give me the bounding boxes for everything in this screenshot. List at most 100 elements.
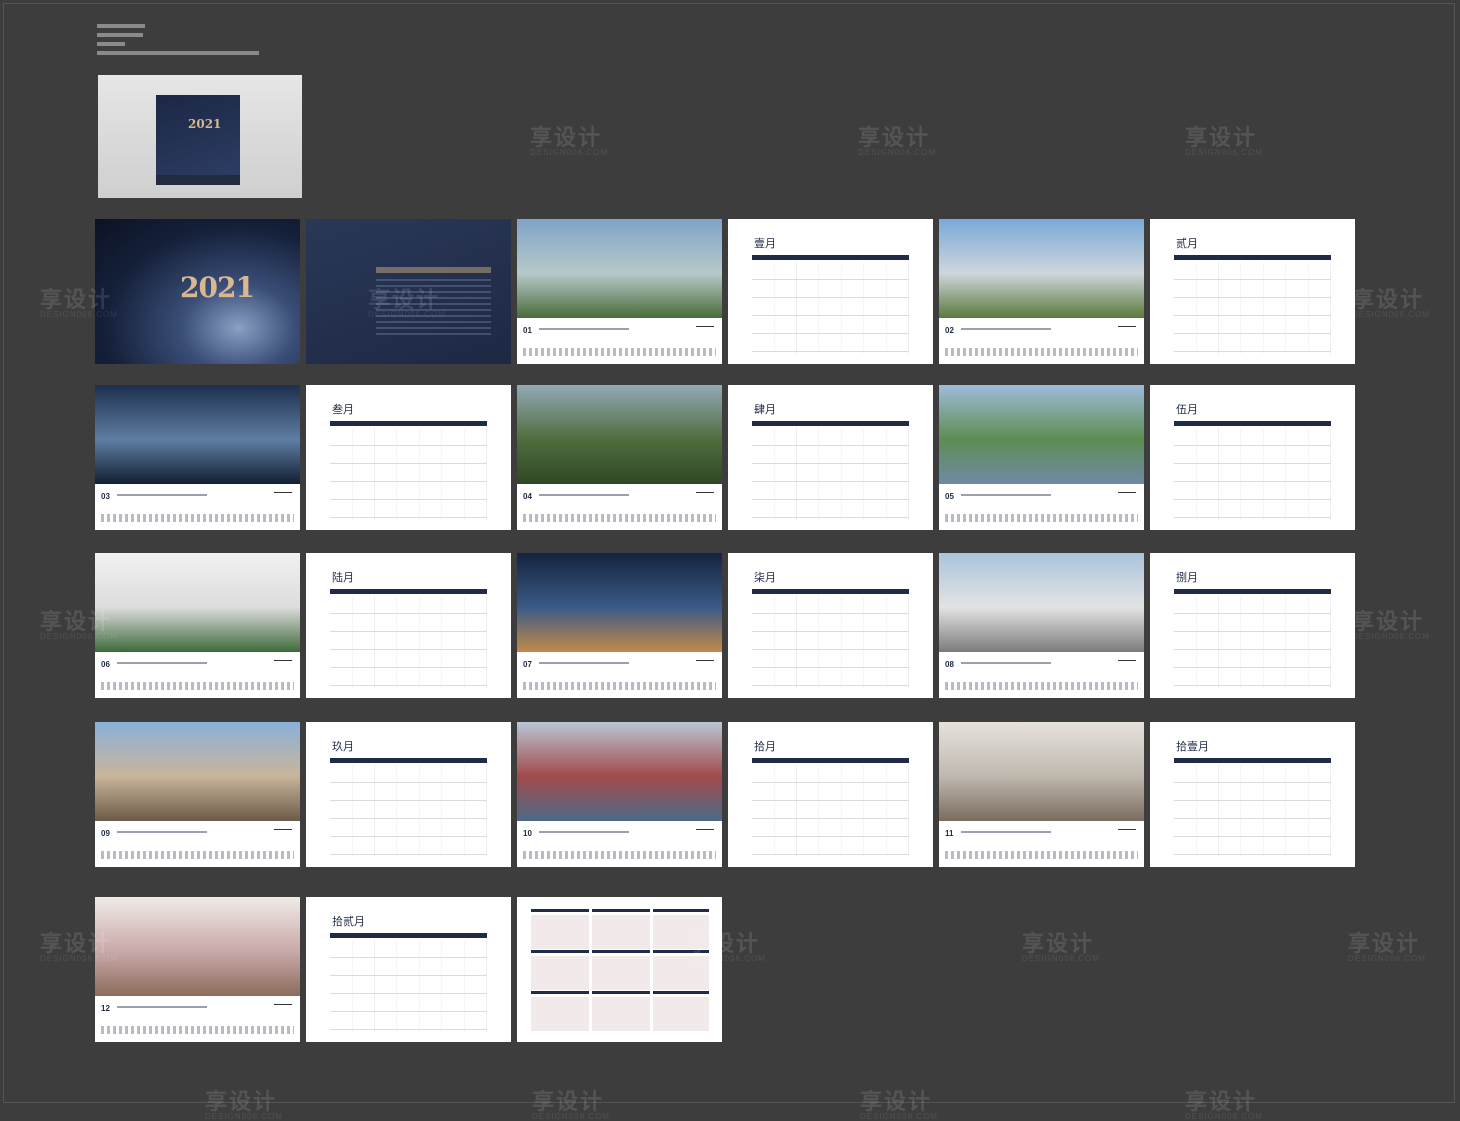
weekday-header [1174,758,1331,763]
date-grid [1174,596,1331,688]
month-number: 07 [523,660,532,669]
month-number: 06 [101,660,110,669]
brand-mark [696,492,714,501]
caption-text-bar [117,662,207,664]
photo-page-footer: 09 [95,821,300,867]
weekday-header [752,758,909,763]
photo-page-footer: 11 [939,821,1144,867]
month-number: 02 [945,326,954,335]
caption-text-bar [539,494,629,496]
date-grid [330,596,487,688]
day-number-strip [101,514,294,522]
date-grid [752,765,909,857]
photo-page-04: 04 [517,385,722,530]
weekday-header [330,589,487,594]
month-photo [517,553,722,652]
photo-page-footer: 07 [517,652,722,698]
calendar-month-title: 拾壹月 [1176,740,1209,753]
day-number-strip [945,851,1138,859]
photo-page-12: 12 [95,897,300,1042]
calendar-page-8: 捌月 [1150,553,1355,698]
caption-text-bar [961,831,1051,833]
month-number: 03 [101,492,110,501]
month-number: 10 [523,829,532,838]
date-grid [330,765,487,857]
month-number: 09 [101,829,110,838]
date-grid [752,262,909,354]
photo-page-03: 03 [95,385,300,530]
calendar-page-5: 伍月 [1150,385,1355,530]
month-photo [939,385,1144,484]
brand-mark [1118,326,1136,335]
date-grid [1174,428,1331,520]
photo-page-02: 02 [939,219,1144,364]
weekday-header [752,421,909,426]
watermark-subtext: DESIGN006.COM [1185,1112,1263,1121]
brand-mark [696,660,714,669]
watermark-subtext: DESIGN006.COM [532,1112,610,1121]
cover-year: 2021 [180,271,255,304]
weekday-header [1174,255,1331,260]
month-photo [517,722,722,821]
photo-page-footer: 02 [939,318,1144,364]
calendar-page-3: 叁月 [306,385,511,530]
year-overview-page [517,897,722,1042]
caption-text-bar [961,328,1051,330]
calendar-month-title: 伍月 [1176,403,1198,416]
month-photo [939,219,1144,318]
month-photo [939,553,1144,652]
day-number-strip [523,514,716,522]
intro-heading-bar [376,267,491,273]
photo-page-footer: 05 [939,484,1144,530]
photo-page-footer: 06 [95,652,300,698]
month-number: 05 [945,492,954,501]
cover-page: 2021 [95,219,300,364]
calendar-page-4: 肆月 [728,385,933,530]
day-number-strip [101,682,294,690]
photo-page-footer: 08 [939,652,1144,698]
calendar-page-9: 玖月 [306,722,511,867]
calendar-month-title: 肆月 [754,403,776,416]
desk-calendar-mockup: 2021 [98,75,302,198]
date-grid [752,428,909,520]
brand-mark [696,829,714,838]
brand-mark [274,829,292,838]
mockup-stand [156,175,240,185]
photo-page-07: 07 [517,553,722,698]
caption-text-bar [961,662,1051,664]
day-number-strip [945,348,1138,356]
month-photo [95,722,300,821]
calendar-page-10: 拾月 [728,722,933,867]
brand-mark [274,660,292,669]
photo-page-06: 06 [95,553,300,698]
calendar-page-12: 拾贰月 [306,897,511,1042]
brand-mark [1118,829,1136,838]
month-number: 08 [945,660,954,669]
day-number-strip [523,851,716,859]
month-photo [95,897,300,996]
day-number-strip [101,851,294,859]
calendar-page-11: 拾壹月 [1150,722,1355,867]
photo-page-footer: 10 [517,821,722,867]
brand-mark [274,1004,292,1013]
weekday-header [330,421,487,426]
month-photo [939,722,1144,821]
caption-text-bar [539,662,629,664]
month-photo [517,219,722,318]
photo-page-footer: 01 [517,318,722,364]
calendar-month-title: 叁月 [332,403,354,416]
spec-notes [97,24,297,60]
date-grid [330,428,487,520]
intro-page [306,219,511,364]
calendar-month-title: 贰月 [1176,237,1198,250]
overview-month-grid [531,909,709,1031]
day-number-strip [945,514,1138,522]
month-number: 04 [523,492,532,501]
day-number-strip [523,682,716,690]
caption-text-bar [961,494,1051,496]
calendar-month-title: 陆月 [332,571,354,584]
weekday-header [330,758,487,763]
weekday-header [1174,589,1331,594]
calendar-month-title: 拾月 [754,740,776,753]
brand-mark [696,326,714,335]
